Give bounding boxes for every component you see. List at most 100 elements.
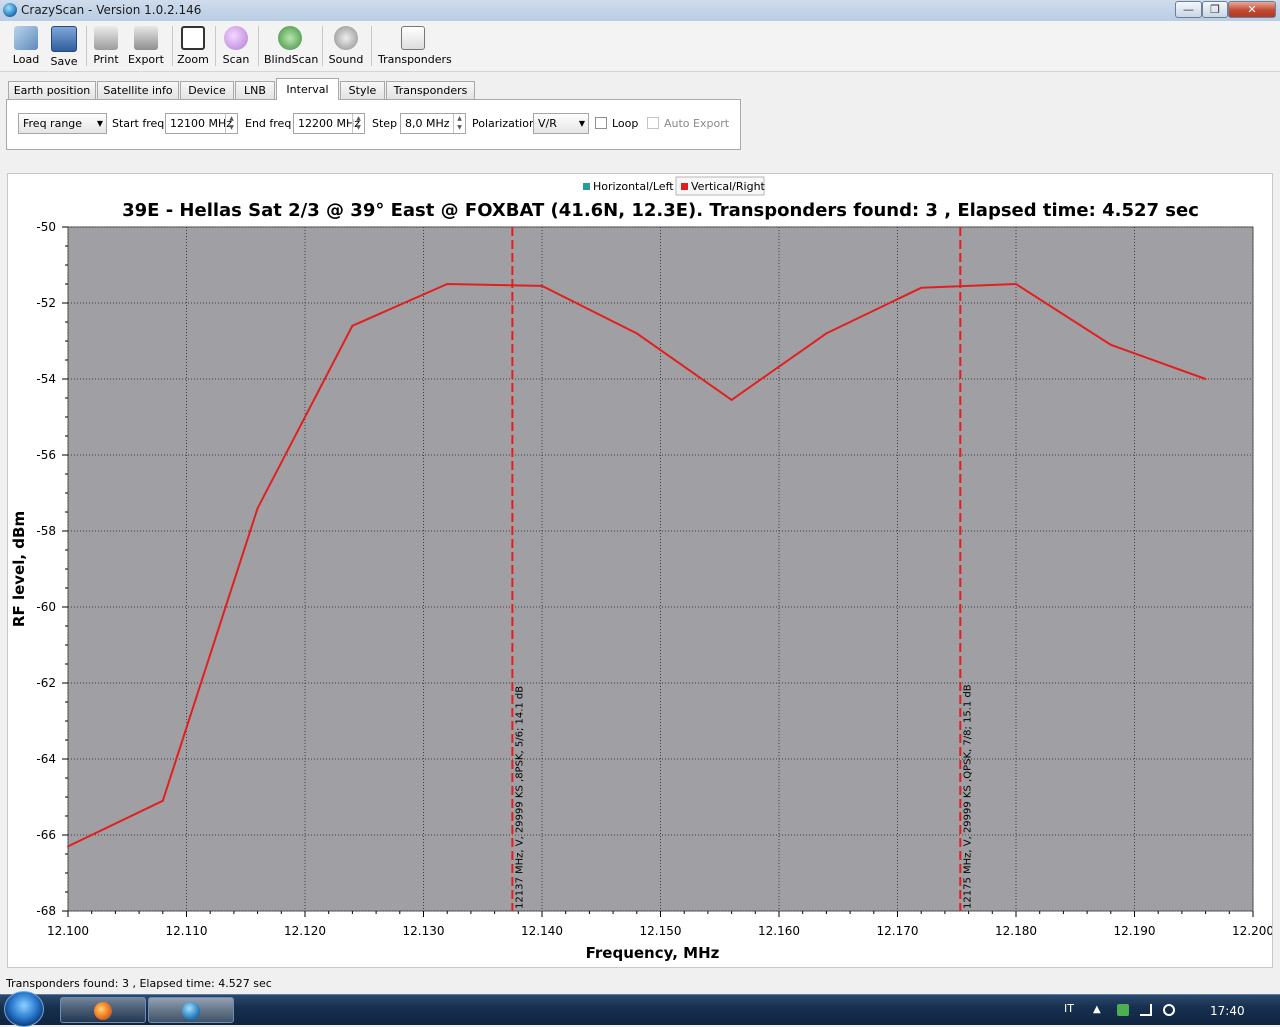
tray-show-hidden-icon[interactable]: ▲: [1093, 1004, 1105, 1016]
x-tick-label: 12.130: [403, 924, 445, 938]
auto-export-checkbox[interactable]: [647, 117, 659, 129]
tray-volume-icon[interactable]: [1163, 1004, 1175, 1016]
tab-interval[interactable]: Interval: [276, 78, 339, 100]
window-title: CrazyScan - Version 1.0.2.146: [21, 3, 202, 17]
loop-checkbox[interactable]: [595, 117, 607, 129]
end-freq-spinbox[interactable]: 12200 MHz ▲ ▼: [293, 113, 365, 134]
toolbar-separator: [371, 26, 372, 66]
data-point: [67, 845, 69, 848]
data-point: [1109, 343, 1112, 346]
close-button[interactable]: ✕: [1228, 1, 1276, 18]
x-tick-label: 12.200: [1232, 924, 1272, 938]
y-tick-label: -52: [36, 296, 56, 310]
spin-arrows-icon[interactable]: ▲ ▼: [225, 114, 237, 133]
taskbar-firefox[interactable]: [60, 997, 146, 1023]
spin-arrows-icon[interactable]: ▲ ▼: [352, 114, 364, 133]
end-freq-value: 12200 MHz: [298, 117, 361, 130]
crazyscan-globe-icon: [182, 1002, 200, 1020]
save-icon: [51, 26, 77, 52]
scan-button[interactable]: Scan: [220, 24, 252, 68]
tab-device[interactable]: Device: [180, 81, 234, 99]
polarization-select[interactable]: V/R ▼: [533, 113, 589, 134]
tray-flag-icon[interactable]: [1117, 1004, 1129, 1016]
x-tick-label: 12.140: [521, 924, 563, 938]
chevron-down-icon: ▼: [96, 119, 103, 128]
x-tick-label: 12.150: [640, 924, 682, 938]
x-tick-label: 12.110: [166, 924, 208, 938]
y-tick-label: -58: [36, 524, 56, 538]
step-spinbox[interactable]: 8,0 MHz ▲ ▼: [400, 113, 466, 134]
tray-network-icon[interactable]: [1140, 1004, 1152, 1016]
taskbar-crazyscan[interactable]: [148, 997, 234, 1023]
spin-arrows-icon[interactable]: ▲ ▼: [453, 114, 465, 133]
y-tick-label: -66: [36, 828, 56, 842]
tab-satellite-info[interactable]: Satellite info: [97, 81, 179, 99]
zoom-icon: [181, 26, 205, 50]
loop-label: Loop: [612, 117, 639, 130]
print-button[interactable]: Print: [90, 24, 122, 68]
tab-earth-position[interactable]: Earth position: [8, 81, 96, 99]
polarization-value: V/R: [538, 117, 557, 130]
zoom-button[interactable]: Zoom: [177, 24, 209, 68]
data-point: [825, 332, 828, 335]
toolbar-separator: [322, 26, 323, 66]
maximize-button[interactable]: ❐: [1202, 1, 1228, 18]
x-tick-label: 12.160: [758, 924, 800, 938]
start-freq-spinbox[interactable]: 12100 MHz ▲ ▼: [165, 113, 238, 134]
transponders-label: Transponders: [378, 53, 452, 66]
spectrum-chart-panel: Horizontal/Left Vertical/Right 39E - Hella…: [7, 173, 1273, 968]
start-freq-label: Start freq: [112, 117, 165, 130]
tab-transponders[interactable]: Transponders: [386, 81, 475, 99]
save-button[interactable]: Save: [48, 24, 80, 68]
data-point: [635, 332, 638, 335]
start-button-icon[interactable]: [4, 991, 44, 1027]
blindscan-button[interactable]: BlindScan: [264, 24, 319, 68]
start-freq-value: 12100 MHz: [170, 117, 233, 130]
transponders-icon: [401, 26, 425, 50]
toolbar-separator: [258, 26, 259, 66]
data-point: [1015, 283, 1017, 285]
chart-title: 39E - Hellas Sat 2/3 @ 39° East @ FOXBAT…: [122, 200, 1199, 221]
tab-lnb[interactable]: LNB: [235, 81, 275, 99]
sound-icon: [334, 26, 358, 50]
print-label: Print: [93, 53, 119, 66]
export-button[interactable]: Export: [126, 24, 166, 68]
toolbar-separator: [215, 26, 216, 66]
scan-icon: [224, 26, 248, 50]
toolbar-separator: [86, 26, 87, 66]
transponders-button[interactable]: Transponders: [378, 24, 452, 68]
status-bar-text: Transponders found: 3 , Elapsed time: 4.…: [6, 977, 272, 990]
x-tick-label: 12.180: [995, 924, 1037, 938]
tray-clock[interactable]: 17:40: [1210, 1004, 1245, 1018]
title-bar: CrazyScan - Version 1.0.2.146 — ❐ ✕: [0, 0, 1280, 22]
export-label: Export: [127, 53, 164, 66]
range-mode-value: Freq range: [23, 117, 83, 130]
app-globe-icon: [3, 3, 17, 17]
print-icon: [94, 26, 118, 50]
legend-swatch: [583, 183, 590, 190]
save-label: Save: [50, 55, 78, 68]
data-point: [161, 799, 164, 802]
spectrum-chart[interactable]: Horizontal/Left Vertical/Right 39E - Hella…: [8, 174, 1272, 967]
export-icon: [134, 26, 158, 50]
y-tick-label: -68: [36, 904, 56, 918]
range-mode-select[interactable]: Freq range ▼: [18, 113, 107, 134]
tray-language[interactable]: IT: [1064, 1002, 1074, 1015]
blindscan-label: BlindScan: [264, 53, 319, 66]
data-point: [920, 286, 923, 289]
auto-export-label: Auto Export: [664, 117, 730, 130]
transponder-marker-label: 12175 MHz, V, 29999 KS ,QPSK, 7/8; 15.1 …: [962, 684, 973, 909]
x-axis-label: Frequency, MHz: [586, 944, 720, 962]
tab-style[interactable]: Style: [340, 81, 385, 99]
minimize-button[interactable]: —: [1175, 1, 1202, 18]
x-tick-label: 12.170: [877, 924, 919, 938]
step-value: 8,0 MHz: [405, 117, 450, 130]
y-tick-label: -54: [36, 372, 56, 386]
load-button[interactable]: Load: [10, 24, 42, 68]
sound-label: Sound: [328, 53, 364, 66]
data-point: [541, 284, 543, 287]
sound-button[interactable]: Sound: [328, 24, 364, 68]
y-tick-label: -50: [36, 220, 56, 234]
transponder-marker-label: 12137 MHz, V, 29999 KS ,8PSK, 5/6; 14.1 …: [514, 686, 525, 909]
data-point: [1204, 378, 1207, 380]
